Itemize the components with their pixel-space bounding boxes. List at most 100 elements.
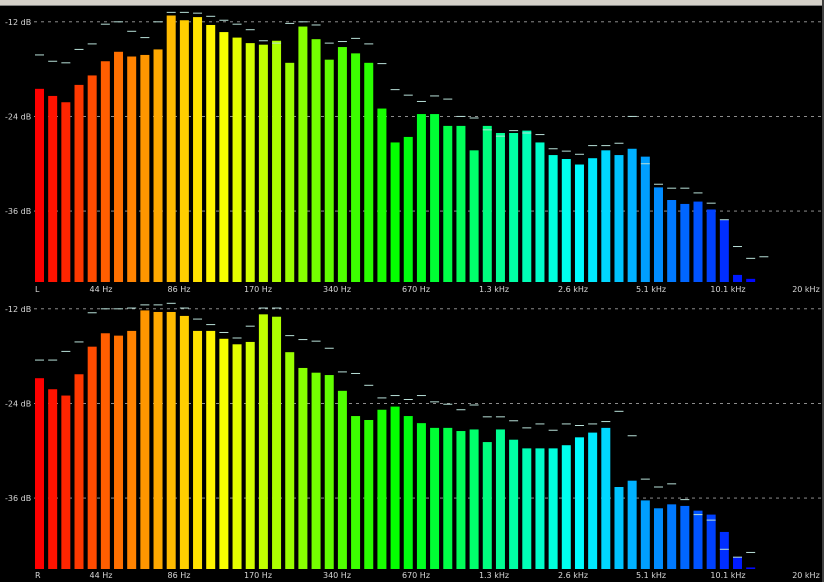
x-tick-label: 1.3 kHz bbox=[479, 285, 509, 294]
spectrum-bar bbox=[324, 59, 334, 283]
spectrum-bar bbox=[324, 375, 334, 569]
spectrum-bar bbox=[574, 164, 584, 282]
y-tick-label: -12 dB bbox=[5, 18, 31, 27]
x-tick-label: 44 Hz bbox=[90, 571, 113, 580]
spectrum-bar bbox=[285, 62, 295, 283]
spectrum-bar bbox=[166, 311, 176, 569]
spectrum-bar bbox=[61, 395, 71, 569]
x-tick-label: 340 Hz bbox=[323, 571, 351, 580]
spectrum-bar bbox=[693, 510, 703, 569]
x-tick-label: 170 Hz bbox=[244, 571, 272, 580]
spectrum-bar bbox=[614, 155, 624, 282]
spectrum-bar bbox=[285, 352, 295, 569]
spectrum-bar bbox=[193, 17, 203, 283]
spectrum-bar bbox=[153, 49, 163, 282]
spectrum-bar bbox=[206, 24, 216, 283]
spectrum-bar bbox=[588, 158, 598, 282]
spectrum-bar bbox=[640, 500, 650, 569]
spectrum-bar bbox=[337, 47, 347, 283]
spectrum-bar bbox=[377, 108, 387, 283]
spectrum-bar bbox=[114, 51, 124, 282]
x-tick-label: 5.1 kHz bbox=[636, 285, 666, 294]
x-tick-label: 670 Hz bbox=[402, 571, 430, 580]
x-tick-label: 340 Hz bbox=[323, 285, 351, 294]
spectrum-bar bbox=[35, 88, 44, 282]
spectrum-bar bbox=[311, 39, 321, 282]
spectrum-bar bbox=[653, 508, 663, 569]
x-tick-label: 5.1 kHz bbox=[636, 571, 666, 580]
spectrum-bar bbox=[733, 557, 743, 569]
spectrum-analyzer: -12 dB -24 dB -36 dB L 44 Hz 86 Hz 170 Hz 340 H… bbox=[5, 11, 822, 580]
x-tick-label: 86 Hz bbox=[168, 571, 191, 580]
spectrum-bar bbox=[443, 125, 453, 282]
y-tick-label: -36 dB bbox=[5, 207, 31, 216]
spectrum-bar bbox=[509, 132, 519, 282]
spectrum-bar bbox=[232, 37, 242, 282]
y-tick-label: -12 dB bbox=[5, 305, 31, 314]
spectrum-bar bbox=[535, 448, 545, 569]
spectrum-bar bbox=[495, 132, 505, 282]
spectrum-bar bbox=[548, 155, 558, 282]
spectrum-bar bbox=[719, 219, 729, 282]
x-tick-label: 10.1 kHz bbox=[710, 285, 745, 294]
spectrum-bar bbox=[377, 409, 387, 569]
spectrum-bar bbox=[469, 429, 479, 569]
x-tick-label: 1.3 kHz bbox=[479, 571, 509, 580]
spectrum-bar bbox=[153, 311, 163, 569]
spectrum-bar bbox=[351, 53, 361, 282]
spectrum-bar bbox=[746, 567, 756, 569]
spectrum-bar bbox=[127, 56, 137, 282]
spectrum-bar bbox=[522, 448, 532, 569]
spectrum-bar bbox=[456, 125, 466, 282]
spectrum-bar bbox=[140, 54, 150, 282]
spectrum-bar bbox=[561, 159, 571, 282]
spectrum-bar bbox=[298, 367, 308, 569]
spectrum-bar bbox=[87, 75, 97, 282]
spectrum-bar bbox=[390, 142, 400, 282]
spectrum-bar bbox=[640, 156, 650, 282]
spectrum-bar bbox=[601, 150, 611, 282]
spectrum-bar bbox=[61, 102, 71, 283]
spectrum-bar bbox=[245, 43, 255, 283]
spectrum-bar bbox=[364, 419, 374, 569]
spectrum-bar bbox=[416, 423, 426, 569]
spectrum-bar bbox=[693, 201, 703, 282]
spectrum-bar bbox=[114, 335, 124, 569]
x-tick-label: 2.6 kHz bbox=[558, 571, 588, 580]
spectrum-bar bbox=[245, 341, 255, 569]
spectrum-bar bbox=[601, 427, 611, 569]
spectrum-bar bbox=[74, 84, 84, 282]
spectrum-bar bbox=[35, 378, 44, 569]
spectrum-bar bbox=[351, 416, 361, 569]
x-tick-label: 10.1 kHz bbox=[710, 571, 745, 580]
spectrum-bar bbox=[456, 431, 466, 569]
y-tick-label: -24 dB bbox=[5, 399, 31, 408]
spectrum-bar bbox=[535, 142, 545, 282]
spectrum-bar bbox=[87, 346, 97, 569]
x-tick-label: 170 Hz bbox=[244, 285, 272, 294]
spectrum-bar bbox=[127, 330, 137, 569]
spectrum-bar bbox=[258, 44, 268, 283]
spectrum-bar bbox=[430, 427, 440, 569]
spectrum-bar bbox=[48, 389, 58, 569]
channel-label: L bbox=[35, 285, 40, 294]
spectrum-bar bbox=[482, 442, 492, 569]
spectrum-bar bbox=[179, 315, 189, 569]
spectrum-bar bbox=[193, 330, 203, 569]
spectrum-bar bbox=[667, 200, 677, 282]
y-tick-label: -36 dB bbox=[5, 494, 31, 503]
spectrum-bar bbox=[48, 95, 58, 282]
spectrum-bar bbox=[680, 505, 690, 569]
x-tick-label: 2.6 kHz bbox=[558, 285, 588, 294]
spectrum-bar bbox=[258, 314, 268, 569]
spectrum-bar bbox=[179, 20, 189, 283]
spectrum-bar bbox=[364, 62, 374, 283]
spectrum-bar bbox=[719, 531, 729, 569]
spectrum-bar bbox=[733, 274, 743, 282]
channel-label: R bbox=[35, 571, 41, 580]
x-tick-label: 670 Hz bbox=[402, 285, 430, 294]
spectrum-bar bbox=[219, 32, 229, 282]
spectrum-bar bbox=[469, 150, 479, 282]
spectrum-bar bbox=[667, 504, 677, 569]
spectrum-bar bbox=[653, 187, 663, 282]
